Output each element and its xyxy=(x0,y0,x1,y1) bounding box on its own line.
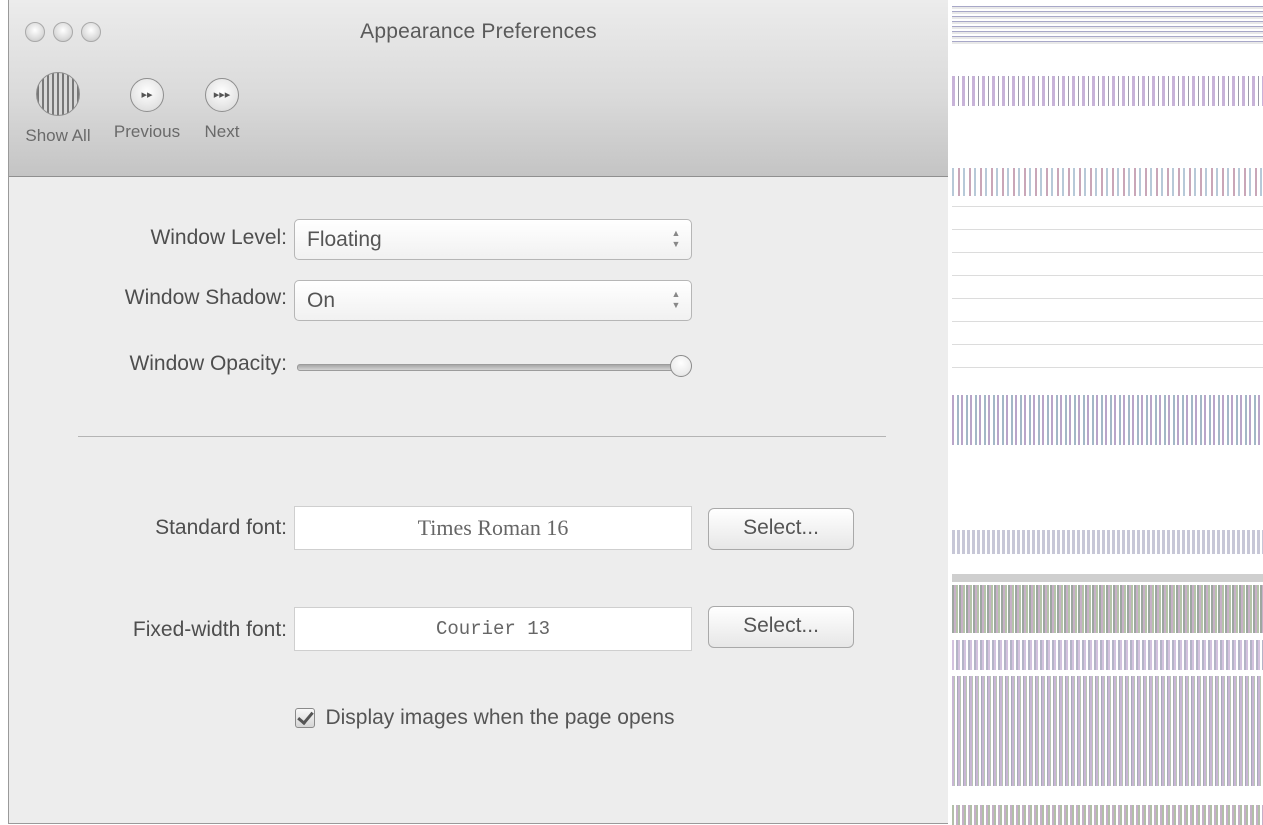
standard-font-select-button[interactable]: Select... xyxy=(708,508,854,550)
previous-button[interactable]: ▸▸ Previous xyxy=(107,78,187,142)
title-toolbar: Appearance Preferences Show All ▸▸ Previ… xyxy=(9,0,948,177)
window-opacity-slider[interactable] xyxy=(297,364,683,371)
window-level-label: Window Level: xyxy=(150,226,287,249)
fixed-width-font-select-button[interactable]: Select... xyxy=(708,606,854,648)
show-all-label: Show All xyxy=(25,126,91,145)
display-images-label: Display images when the page opens xyxy=(325,706,675,729)
popup-arrows-icon: ▲ ▼ xyxy=(671,289,681,310)
window-title: Appearance Preferences xyxy=(360,20,597,43)
standard-font-field: Times Roman 16 xyxy=(294,506,692,550)
show-all-icon xyxy=(36,72,80,116)
fixed-width-font-label: Fixed-width font: xyxy=(132,618,287,641)
preferences-window: Appearance Preferences Show All ▸▸ Previ… xyxy=(8,0,948,824)
window-shadow-label: Window Shadow: xyxy=(124,286,287,309)
window-shadow-popup[interactable]: On ▲ ▼ xyxy=(294,280,692,321)
standard-font-label: Standard font: xyxy=(155,516,287,539)
fixed-width-font-field: Courier 13 xyxy=(294,607,692,651)
window-level-popup[interactable]: Floating ▲ ▼ xyxy=(294,219,692,260)
next-label: Next xyxy=(204,122,240,141)
next-icon: ▸▸▸ xyxy=(205,78,239,112)
show-all-button[interactable]: Show All xyxy=(17,72,99,146)
display-images-checkbox[interactable] xyxy=(295,708,315,728)
section-divider xyxy=(78,436,886,437)
previous-label: Previous xyxy=(113,122,181,141)
background-window-noise xyxy=(952,0,1263,825)
window-opacity-label: Window Opacity: xyxy=(129,352,287,375)
window-shadow-value: On xyxy=(307,289,336,312)
display-images-row[interactable]: Display images when the page opens xyxy=(295,706,675,734)
popup-arrows-icon: ▲ ▼ xyxy=(671,228,681,249)
window-level-value: Floating xyxy=(307,228,382,251)
window-opacity-slider-knob[interactable] xyxy=(670,355,692,377)
previous-icon: ▸▸ xyxy=(130,78,164,112)
next-button[interactable]: ▸▸▸ Next xyxy=(187,78,257,142)
